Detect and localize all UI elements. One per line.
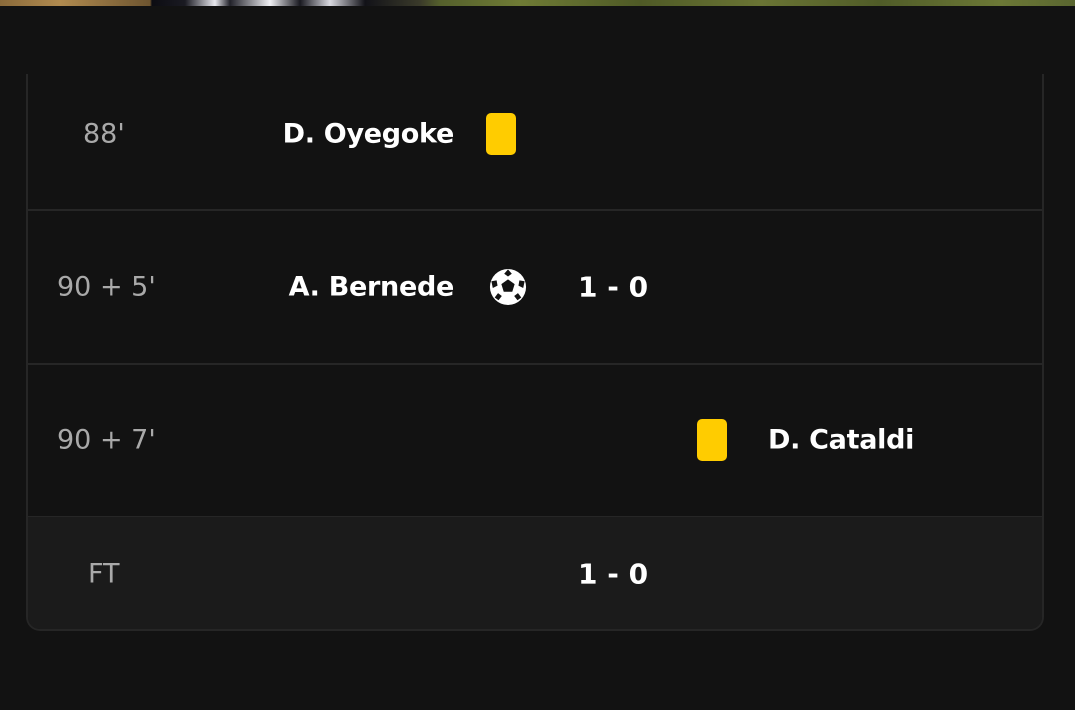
event-row[interactable]: 90 + 7' D. Cataldi (28, 364, 1042, 518)
event-row[interactable]: 88' D. Oyegoke (28, 74, 1042, 211)
home-player-name[interactable]: D. Oyegoke (283, 118, 455, 149)
event-minute: 88' (83, 118, 125, 149)
yellow-card-icon (486, 112, 516, 155)
final-score: 1 - 0 (578, 557, 649, 591)
yellow-card-icon (697, 419, 727, 461)
event-minute: 90 + 5' (57, 271, 156, 303)
event-minute: 90 + 7' (57, 424, 156, 456)
home-player-name[interactable]: A. Bernede (289, 272, 455, 303)
away-player-name[interactable]: D. Cataldi (768, 425, 914, 456)
full-time-label: FT (88, 558, 120, 590)
full-time-row: FT 1 - 0 (28, 517, 1042, 629)
running-score: 1 - 0 (578, 270, 649, 304)
soccer-ball-icon (489, 268, 527, 306)
match-header-image (0, 0, 1075, 6)
match-events-card: 88' D. Oyegoke 90 + 5' A. Bernede 1 - 0 … (26, 74, 1044, 631)
event-row[interactable]: 90 + 5' A. Bernede 1 - 0 (28, 211, 1042, 365)
